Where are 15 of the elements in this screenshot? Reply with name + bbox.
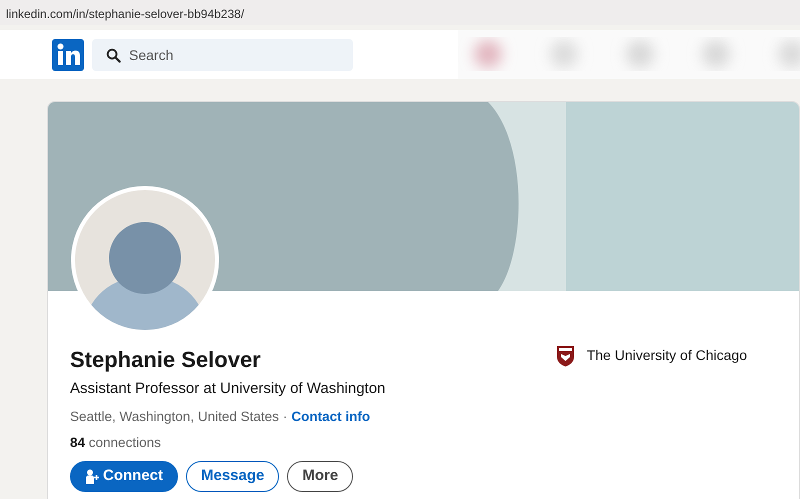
message-button[interactable]: Message (186, 461, 280, 492)
more-button[interactable]: More (287, 461, 354, 492)
url-text[interactable]: linkedin.com/in/stephanie-selover-bb94b238/ (6, 7, 244, 21)
location-text: Seattle, Washington, United States (70, 408, 279, 426)
add-person-icon (85, 469, 99, 484)
contact-info-link[interactable]: Contact info (291, 406, 370, 427)
search-field[interactable]: Search (92, 38, 353, 70)
profile-headline: Assistant Professor at University of Washington (70, 379, 386, 399)
separator-dot: · (282, 408, 288, 426)
university-name: The University of Chicago (586, 346, 747, 365)
connect-button[interactable]: Connect (70, 461, 178, 492)
logo-icon[interactable] (52, 38, 84, 70)
profile-name: Stephanie Selover (70, 346, 262, 374)
connections-count: 84 connections (70, 434, 162, 452)
university-crest-icon (556, 345, 575, 367)
